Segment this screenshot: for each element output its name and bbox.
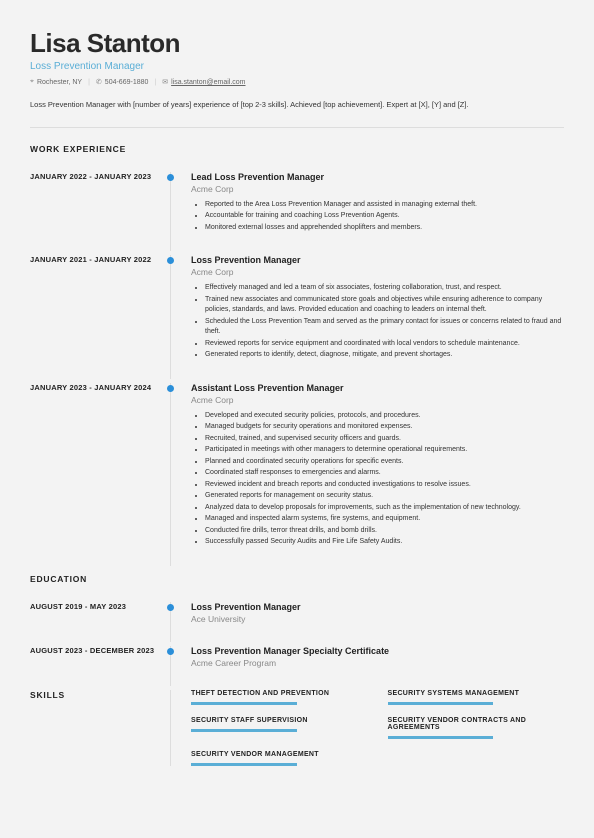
degree-title: Loss Prevention Manager Specialty Certif… [191,646,564,656]
bullet: Generated reports for management on secu… [205,491,564,502]
skill-bar [191,702,297,705]
skill-name: THEFT DETECTION AND PREVENTION [191,690,368,697]
skill-item: SECURITY VENDOR CONTRACTS AND AGREEMENTS [388,717,565,739]
degree-title: Loss Prevention Manager [191,602,564,612]
bullet: Accountable for training and coaching Lo… [205,211,564,222]
skill-bar [388,736,494,739]
resume-header: Lisa Stanton Loss Prevention Manager ⌖ R… [30,28,564,86]
email-link[interactable]: lisa.stanton@email.com [171,79,245,86]
bullet: Planned and coordinated security operati… [205,457,564,468]
bullet: Participated in meetings with other mana… [205,445,564,456]
company-name: Acme Corp [191,395,564,405]
email-icon: ✉ [162,78,168,86]
bullet: Recruited, trained, and supervised secur… [205,434,564,445]
phone: ✆ 504-669-1880 [96,78,148,86]
position-title: Loss Prevention Manager [191,255,564,265]
skills-grid: THEFT DETECTION AND PREVENTION SECURITY … [191,690,564,766]
job-bullets: Developed and executed security policies… [191,411,564,548]
job-entry: Loss Prevention Manager Acme Corp Effect… [191,255,564,361]
bullet: Reported to the Area Loss Prevention Man… [205,200,564,211]
bullet: Managed and inspected alarm systems, fir… [205,514,564,525]
skill-bar [191,729,297,732]
job-title: Loss Prevention Manager [30,61,564,72]
education-entry: Loss Prevention Manager Ace University [191,602,564,624]
email: ✉ lisa.stanton@email.com [162,78,245,86]
job-bullets: Reported to the Area Loss Prevention Man… [191,200,564,234]
job-bullets: Effectively managed and led a team of si… [191,283,564,361]
bullet: Managed budgets for security operations … [205,422,564,433]
separator: | [154,79,156,86]
work-experience-heading: WORK EXPERIENCE [30,144,160,154]
phone-text: 504-669-1880 [105,79,149,86]
bullet: Coordinated staff responses to emergenci… [205,468,564,479]
skill-item: SECURITY VENDOR MANAGEMENT [191,751,368,766]
education-entry: Loss Prevention Manager Specialty Certif… [191,646,564,668]
company-name: Acme Corp [191,267,564,277]
skill-name: SECURITY VENDOR MANAGEMENT [191,751,368,758]
school-name: Ace University [191,614,564,624]
bullet: Analyzed data to develop proposals for i… [205,503,564,514]
skills-heading: SKILLS [30,690,160,700]
contact-bar: ⌖ Rochester, NY | ✆ 504-669-1880 | ✉ lis… [30,78,564,86]
bullet: Monitored external losses and apprehende… [205,223,564,234]
person-name: Lisa Stanton [30,28,564,59]
bullet: Developed and executed security policies… [205,411,564,422]
location-text: Rochester, NY [37,79,82,86]
location: ⌖ Rochester, NY [30,78,82,86]
skill-name: SECURITY VENDOR CONTRACTS AND AGREEMENTS [388,717,565,731]
bullet: Successfully passed Security Audits and … [205,537,564,548]
skill-item: SECURITY SYSTEMS MANAGEMENT [388,690,565,705]
job-entry: Assistant Loss Prevention Manager Acme C… [191,383,564,548]
bullet: Effectively managed and led a team of si… [205,283,564,294]
school-name: Acme Career Program [191,658,564,668]
bullet: Reviewed incident and breach reports and… [205,480,564,491]
date-range: JANUARY 2023 - JANUARY 2024 [30,383,160,392]
date-range: JANUARY 2022 - JANUARY 2023 [30,172,160,181]
bullet: Conducted fire drills, terror threat dri… [205,526,564,537]
bullet: Reviewed reports for service equipment a… [205,339,564,350]
skill-name: SECURITY STAFF SUPERVISION [191,717,368,724]
bullet: Generated reports to identify, detect, d… [205,350,564,361]
separator: | [88,79,90,86]
skill-name: SECURITY SYSTEMS MANAGEMENT [388,690,565,697]
date-range: AUGUST 2019 - MAY 2023 [30,602,160,611]
date-range: AUGUST 2023 - DECEMBER 2023 [30,646,160,655]
skill-bar [388,702,494,705]
pin-icon: ⌖ [30,78,34,86]
divider-line [30,127,564,128]
bullet: Trained new associates and communicated … [205,295,564,316]
date-range: JANUARY 2021 - JANUARY 2022 [30,255,160,264]
company-name: Acme Corp [191,184,564,194]
skill-item: THEFT DETECTION AND PREVENTION [191,690,368,705]
skill-item: SECURITY STAFF SUPERVISION [191,717,368,739]
job-entry: Lead Loss Prevention Manager Acme Corp R… [191,172,564,234]
summary-text: Loss Prevention Manager with [number of … [30,100,564,111]
bullet: Scheduled the Loss Prevention Team and s… [205,317,564,338]
education-heading: EDUCATION [30,574,160,584]
skill-bar [191,763,297,766]
phone-icon: ✆ [96,78,102,86]
position-title: Lead Loss Prevention Manager [191,172,564,182]
position-title: Assistant Loss Prevention Manager [191,383,564,393]
